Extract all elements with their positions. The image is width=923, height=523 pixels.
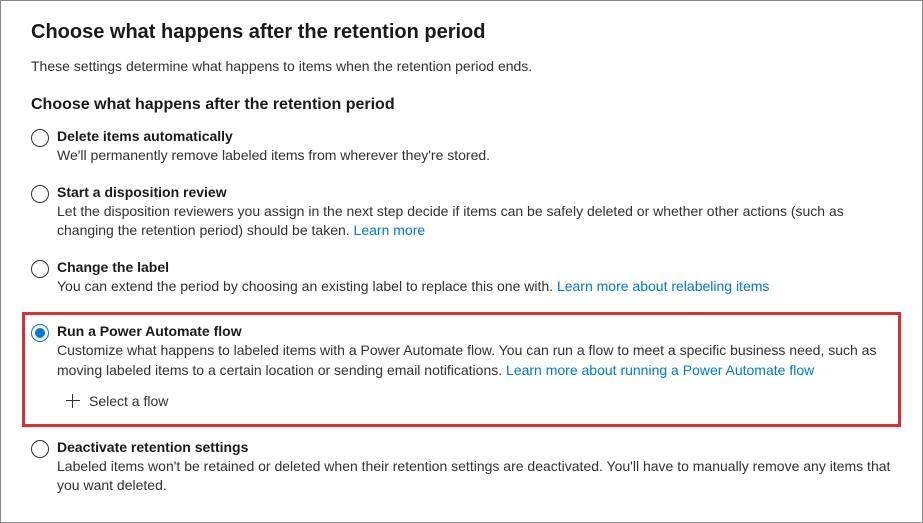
radio-deactivate[interactable] — [31, 440, 49, 458]
option-power-automate-title: Run a Power Automate flow — [57, 323, 892, 339]
option-change-label-desc: You can extend the period by choosing an… — [57, 277, 892, 297]
radio-change-label[interactable] — [31, 260, 49, 278]
learn-more-power-automate-link[interactable]: Learn more about running a Power Automat… — [506, 362, 814, 378]
option-disposition-desc: Let the disposition reviewers you assign… — [57, 202, 892, 241]
option-disposition-title: Start a disposition review — [57, 184, 892, 200]
select-flow-label: Select a flow — [89, 393, 168, 409]
page-title: Choose what happens after the retention … — [31, 21, 892, 44]
option-deactivate-title: Deactivate retention settings — [57, 439, 892, 455]
option-disposition-desc-text: Let the disposition reviewers you assign… — [57, 203, 844, 239]
option-disposition: Start a disposition review Let the dispo… — [31, 182, 892, 243]
option-delete: Delete items automatically We'll permane… — [31, 126, 892, 168]
radio-delete[interactable] — [31, 129, 49, 147]
radio-disposition[interactable] — [31, 185, 49, 203]
option-change-label-desc-text: You can extend the period by choosing an… — [57, 278, 557, 294]
option-deactivate: Deactivate retention settings Labeled it… — [31, 437, 892, 498]
section-heading: Choose what happens after the retention … — [31, 96, 892, 114]
option-power-automate-desc: Customize what happens to labeled items … — [57, 341, 892, 380]
select-flow-button[interactable]: Select a flow — [65, 393, 168, 409]
learn-more-relabel-link[interactable]: Learn more about relabeling items — [557, 278, 769, 294]
learn-more-disposition-link[interactable]: Learn more — [354, 222, 426, 238]
option-deactivate-desc: Labeled items won't be retained or delet… — [57, 457, 892, 496]
option-change-label-title: Change the label — [57, 259, 892, 275]
option-delete-title: Delete items automatically — [57, 128, 892, 144]
option-delete-desc: We'll permanently remove labeled items f… — [57, 146, 892, 166]
plus-icon — [65, 393, 81, 409]
option-change-label: Change the label You can extend the peri… — [31, 257, 892, 299]
radio-power-automate[interactable] — [31, 324, 49, 342]
page-subtitle: These settings determine what happens to… — [31, 58, 892, 74]
option-power-automate: Run a Power Automate flow Customize what… — [22, 312, 901, 426]
